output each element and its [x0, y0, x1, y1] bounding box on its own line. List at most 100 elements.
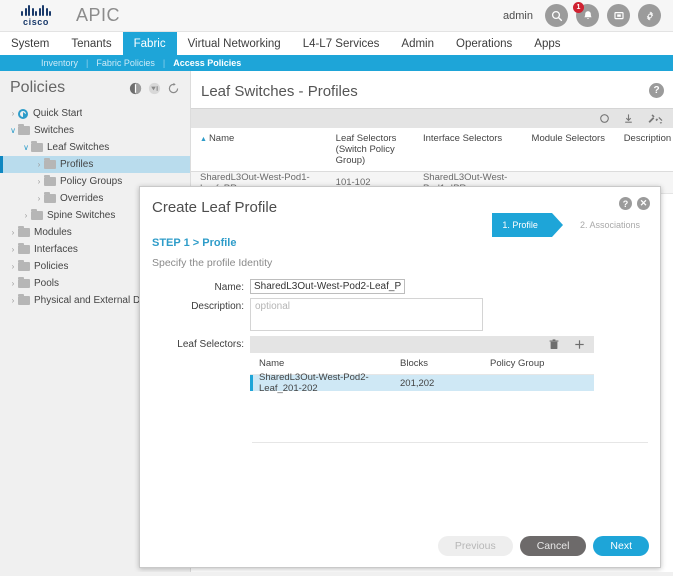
previous-button[interactable]: Previous	[437, 536, 513, 556]
subnav-separator: |	[162, 58, 166, 68]
sidebar-title: Policies	[10, 79, 66, 96]
column-header-description[interactable]: Description	[615, 133, 673, 166]
next-button[interactable]: Next	[593, 536, 649, 556]
tab-virtual-networking[interactable]: Virtual Networking	[177, 32, 292, 55]
subnav-fabric-policies[interactable]: Fabric Policies	[96, 58, 155, 68]
chevron-right-icon[interactable]: ›	[8, 109, 18, 118]
chevron-right-icon[interactable]: ›	[8, 296, 18, 305]
tab-operations[interactable]: Operations	[445, 32, 523, 55]
folder-icon	[18, 226, 30, 237]
tab-l4-l7-services[interactable]: L4-L7 Services	[292, 32, 391, 55]
column-header-blocks: Blocks	[400, 358, 428, 369]
monitor-icon[interactable]	[607, 4, 630, 27]
notification-badge: 1	[573, 2, 584, 13]
name-label: Name:	[214, 282, 244, 293]
tab-tenants[interactable]: Tenants	[60, 32, 122, 55]
sidebar-item-label: Spine Switches	[47, 210, 116, 221]
search-icon[interactable]	[545, 4, 568, 27]
step-indicator: 1. Profile 2. Associations	[492, 213, 650, 237]
leaf-selector-row[interactable]: SharedL3Out-West-Pod2-Leaf_201-202 201,2…	[250, 372, 594, 394]
actions-icon[interactable]	[647, 113, 663, 124]
folder-icon	[31, 209, 43, 220]
table-toolbar	[191, 108, 673, 128]
chevron-right-icon[interactable]: ›	[8, 262, 18, 271]
folder-icon	[18, 260, 30, 271]
chevron-down-icon[interactable]: ∨	[21, 143, 31, 152]
step-profile[interactable]: 1. Profile	[492, 213, 563, 237]
sidebar-item-label: Switches	[34, 125, 75, 136]
chevron-right-icon[interactable]: ›	[34, 177, 44, 186]
download-icon[interactable]	[623, 113, 634, 124]
cisco-bridge-bars	[21, 4, 51, 16]
create-leaf-profile-dialog: Create Leaf Profile ? ✕ 1. Profile 2. As…	[139, 186, 661, 568]
sidebar-header: Policies	[0, 71, 190, 101]
top-bar-actions: admin 1	[503, 2, 673, 27]
subnav-inventory[interactable]: Inventory	[41, 58, 78, 68]
help-icon[interactable]: ?	[619, 197, 632, 210]
folder-icon	[18, 277, 30, 288]
brand: cisco APIC	[0, 4, 121, 27]
tab-apps[interactable]: Apps	[523, 32, 571, 55]
subnav-access-policies[interactable]: Access Policies	[173, 58, 241, 68]
dialog-header: Create Leaf Profile ? ✕ 1. Profile 2. As…	[140, 187, 660, 237]
column-header-interface-selectors[interactable]: Interface Selectors	[414, 133, 523, 166]
help-icon[interactable]: ?	[649, 83, 664, 98]
sidebar-header-icons	[129, 82, 180, 95]
gear-icon[interactable]	[638, 4, 661, 27]
sort-ascending-icon: ▲	[200, 136, 207, 143]
folder-icon	[18, 294, 30, 305]
plus-icon[interactable]	[574, 339, 585, 350]
chevron-right-icon[interactable]: ›	[34, 194, 44, 203]
sidebar-item-label: Leaf Switches	[47, 142, 110, 153]
folder-icon	[31, 141, 43, 152]
column-header-module-selectors[interactable]: Module Selectors	[523, 133, 615, 166]
sidebar-item-label: Quick Start	[33, 108, 83, 119]
tab-system[interactable]: System	[0, 32, 60, 55]
refresh-icon[interactable]	[599, 113, 610, 124]
bell-icon[interactable]: 1	[573, 2, 599, 27]
sidebar-item-quick-start[interactable]: › Quick Start	[0, 105, 190, 122]
column-header-name: Name	[259, 358, 285, 369]
refresh-icon[interactable]	[167, 82, 180, 95]
cancel-button[interactable]: Cancel	[519, 536, 587, 556]
description-field-row: Description:	[140, 298, 660, 331]
column-header-name[interactable]: ▲ Name	[191, 133, 327, 166]
leaf-selectors-label: Leaf Selectors:	[177, 339, 244, 350]
sidebar-item-label: Overrides	[60, 193, 104, 204]
chevron-right-icon[interactable]: ›	[8, 245, 18, 254]
tab-fabric[interactable]: Fabric	[122, 32, 177, 55]
main-nav-tabs: System Tenants Fabric Virtual Networking…	[0, 32, 673, 55]
chevron-right-icon[interactable]: ›	[34, 160, 44, 169]
app-title: APIC	[76, 5, 121, 25]
column-header-leaf-selectors[interactable]: Leaf Selectors (Switch Policy Group)	[327, 133, 414, 166]
leaf-selectors-panel: Name Blocks Policy Group SharedL3Out-Wes…	[250, 336, 594, 394]
user-name: admin	[503, 9, 533, 22]
chevron-right-icon[interactable]: ›	[21, 211, 31, 220]
sidebar-item-profiles[interactable]: › Profiles	[0, 156, 190, 173]
step-associations[interactable]: 2. Associations	[570, 213, 650, 237]
leaf-selectors-row: Leaf Selectors: Name Blocks Policy Group…	[140, 336, 660, 394]
name-input[interactable]	[250, 279, 405, 294]
trash-icon[interactable]	[549, 339, 559, 350]
contrast-icon[interactable]	[129, 82, 142, 95]
name-field-row: Name:	[140, 279, 660, 294]
sidebar-item-leaf-switches[interactable]: ∨ Leaf Switches	[0, 139, 190, 156]
chevron-right-icon[interactable]: ›	[8, 279, 18, 288]
dialog-footer: Previous Cancel Next	[437, 536, 649, 556]
sidebar-item-switches[interactable]: ∨ Switches	[0, 122, 190, 139]
collapse-all-icon[interactable]	[148, 82, 161, 95]
selection-indicator	[0, 156, 3, 173]
folder-icon	[18, 243, 30, 254]
chevron-down-icon[interactable]: ∨	[8, 126, 18, 135]
sidebar-item-label: Modules	[34, 227, 72, 238]
page-title: Leaf Switches - Profiles	[201, 83, 358, 100]
subnav-separator: |	[86, 58, 89, 68]
description-textarea[interactable]	[250, 298, 483, 331]
tab-admin[interactable]: Admin	[390, 32, 445, 55]
cell-name: SharedL3Out-West-Pod2-Leaf_201-202	[259, 372, 369, 394]
cisco-wordmark: cisco	[22, 16, 49, 27]
cisco-logo-icon: cisco	[10, 4, 62, 27]
close-icon[interactable]: ✕	[637, 197, 650, 210]
folder-icon	[44, 158, 56, 169]
chevron-right-icon[interactable]: ›	[8, 228, 18, 237]
